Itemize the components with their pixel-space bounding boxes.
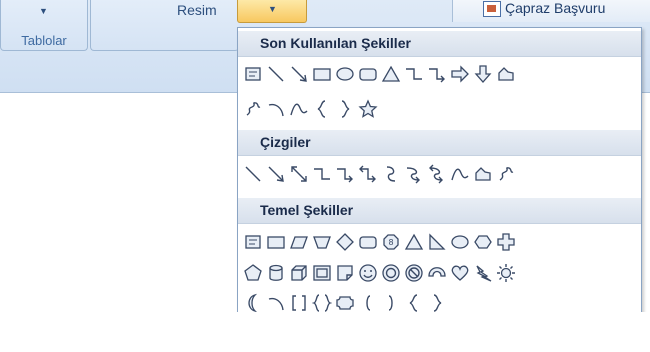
arrow-line-shape-icon[interactable]	[288, 63, 309, 85]
elbow-arrow-shape-icon[interactable]	[426, 63, 447, 85]
lightning-shape-icon[interactable]	[472, 262, 493, 284]
line-shape-icon[interactable]	[242, 163, 263, 185]
torn-edge	[230, 312, 650, 352]
scribble-shape-icon[interactable]	[495, 163, 516, 185]
shape-row	[242, 262, 516, 284]
cross-shape-icon[interactable]	[495, 231, 516, 253]
chevron-down-icon: ▼	[268, 4, 277, 14]
rounded-rectangle-shape-icon[interactable]	[357, 63, 378, 85]
curved-connector-shape-icon[interactable]	[380, 163, 401, 185]
arc-shape-icon[interactable]	[265, 98, 286, 120]
double-bracket-shape-icon[interactable]	[288, 292, 309, 314]
resim-button-label[interactable]: Resim	[177, 2, 217, 18]
curve-shape-icon[interactable]	[449, 163, 470, 185]
textbox-shape-icon[interactable]	[242, 231, 263, 253]
bevel-shape-icon[interactable]	[311, 262, 332, 284]
section-header-recent: Son Kullanılan Şekiller	[238, 31, 641, 57]
right-triangle-shape-icon[interactable]	[426, 231, 447, 253]
curved-double-arrow-shape-icon[interactable]	[426, 163, 447, 185]
star-shape-icon[interactable]	[357, 98, 378, 120]
line-shape-icon[interactable]	[265, 63, 286, 85]
diamond-shape-icon[interactable]	[334, 231, 355, 253]
freeform-shape-icon[interactable]	[472, 163, 493, 185]
curved-arrow-shape-icon[interactable]	[403, 163, 424, 185]
textbox-shape-icon[interactable]	[242, 63, 263, 85]
right-bracket-shape-icon[interactable]	[380, 292, 401, 314]
rectangle-shape-icon[interactable]	[311, 63, 332, 85]
arc-shape-icon[interactable]	[265, 292, 286, 314]
donut-shape-icon[interactable]	[380, 262, 401, 284]
left-bracket-shape-icon[interactable]	[357, 292, 378, 314]
shape-row: 8	[242, 231, 516, 253]
double-arrow-line-shape-icon[interactable]	[288, 163, 309, 185]
folded-corner-shape-icon[interactable]	[334, 262, 355, 284]
cube-shape-icon[interactable]	[288, 262, 309, 284]
group-label-tablolar: Tablolar	[21, 33, 67, 48]
shape-row	[242, 63, 516, 85]
can-shape-icon[interactable]	[265, 262, 286, 284]
rectangle-shape-icon[interactable]	[265, 231, 286, 253]
right-brace-shape-icon[interactable]	[426, 292, 447, 314]
cross-reference-icon	[483, 1, 501, 17]
left-brace-shape-icon[interactable]	[311, 98, 332, 120]
right-arrow-shape-icon[interactable]	[449, 63, 470, 85]
section-header-basic: Temel Şekiller	[238, 198, 641, 224]
section-header-lines: Çizgiler	[238, 130, 641, 156]
freeform-shape-icon[interactable]	[495, 63, 516, 85]
capraz-basvuru-button[interactable]: Çapraz Başvuru	[452, 0, 650, 22]
moon-shape-icon[interactable]	[242, 292, 263, 314]
parallelogram-shape-icon[interactable]	[288, 231, 309, 253]
elbow-connector-shape-icon[interactable]	[311, 163, 332, 185]
octagon-shape-icon[interactable]: 8	[380, 231, 401, 253]
right-brace-shape-icon[interactable]	[334, 98, 355, 120]
double-brace-shape-icon[interactable]	[311, 292, 332, 314]
svg-text:8: 8	[388, 238, 393, 247]
curve-shape-icon[interactable]	[288, 98, 309, 120]
down-arrow-shape-icon[interactable]	[472, 63, 493, 85]
no-symbol-shape-icon[interactable]	[403, 262, 424, 284]
scribble-shape-icon[interactable]	[242, 98, 263, 120]
trapezoid-shape-icon[interactable]	[311, 231, 332, 253]
sun-shape-icon[interactable]	[495, 262, 516, 284]
shape-row	[242, 163, 516, 185]
table-dropdown-icon[interactable]: ▼	[39, 6, 48, 16]
rounded-rectangle-shape-icon[interactable]	[357, 231, 378, 253]
elbow-double-arrow-shape-icon[interactable]	[357, 163, 378, 185]
capraz-basvuru-label: Çapraz Başvuru	[505, 0, 606, 16]
shapes-gallery: Son Kullanılan Şekiller Çizgiler Temel Ş…	[237, 27, 642, 329]
left-brace-shape-icon[interactable]	[403, 292, 424, 314]
triangle-shape-icon[interactable]	[380, 63, 401, 85]
smiley-shape-icon[interactable]	[357, 262, 378, 284]
shape-row	[242, 98, 378, 120]
oval-shape-icon[interactable]	[334, 63, 355, 85]
oval-shape-icon[interactable]	[449, 231, 470, 253]
tablolar-group: ▼ Tablolar	[0, 0, 88, 51]
hexagon-shape-icon[interactable]	[472, 231, 493, 253]
arrow-line-shape-icon[interactable]	[265, 163, 286, 185]
block-arc-shape-icon[interactable]	[426, 262, 447, 284]
pentagon-shape-icon[interactable]	[242, 262, 263, 284]
shapes-dropdown-button[interactable]: ▼	[237, 0, 307, 23]
plaque-shape-icon[interactable]	[334, 292, 355, 314]
elbow-connector-shape-icon[interactable]	[403, 63, 424, 85]
triangle-shape-icon[interactable]	[403, 231, 424, 253]
heart-shape-icon[interactable]	[449, 262, 470, 284]
shape-row	[242, 292, 447, 314]
elbow-arrow-shape-icon[interactable]	[334, 163, 355, 185]
